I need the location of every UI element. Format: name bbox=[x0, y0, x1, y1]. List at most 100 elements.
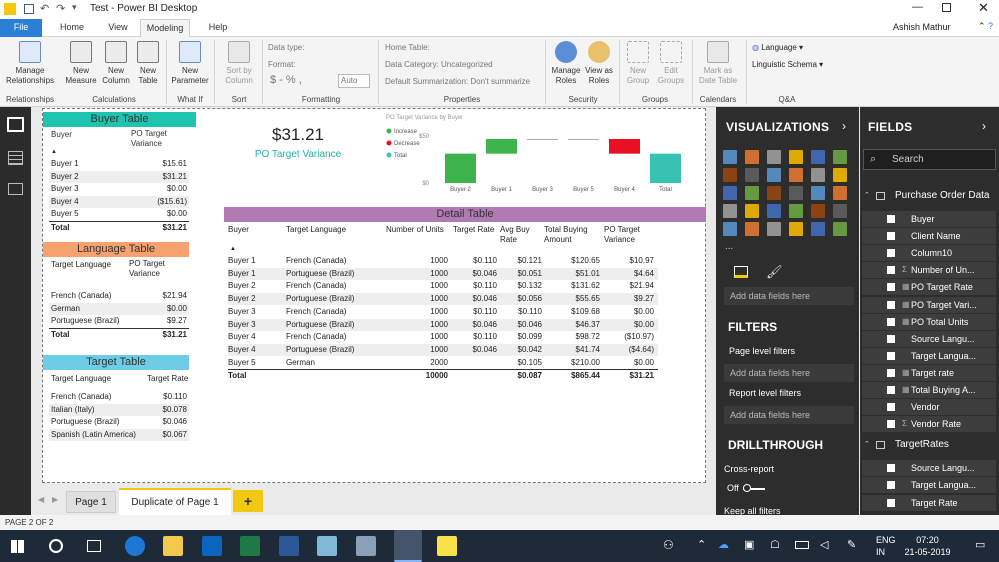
outlook-icon[interactable] bbox=[202, 536, 222, 556]
visual-type-icon[interactable] bbox=[833, 150, 847, 164]
field-item[interactable]: Source Langu... bbox=[862, 330, 996, 347]
visual-type-icon[interactable] bbox=[745, 204, 759, 218]
fields-search-box[interactable]: ⌕ Search bbox=[863, 149, 996, 170]
field-checkbox[interactable] bbox=[887, 420, 895, 429]
detail-header-cell[interactable]: Number of Units bbox=[386, 225, 448, 235]
header-po-target-variance[interactable]: PO Target Variance bbox=[131, 129, 187, 149]
visual-type-icon[interactable] bbox=[833, 222, 847, 236]
field-item[interactable]: ▦ PO Total Units bbox=[862, 313, 996, 330]
values-drop-well[interactable]: Add data fields here bbox=[724, 287, 854, 305]
battery-icon[interactable] bbox=[795, 541, 809, 549]
language-indicator[interactable]: ENG IN bbox=[876, 534, 896, 558]
visual-type-icon[interactable] bbox=[723, 222, 737, 236]
field-item[interactable]: Target Langua... bbox=[862, 347, 996, 364]
field-item[interactable]: Source Langu... bbox=[862, 460, 996, 477]
task-view-icon[interactable] bbox=[87, 540, 101, 552]
visual-type-icon[interactable] bbox=[789, 204, 803, 218]
cross-report-toggle[interactable]: Off bbox=[727, 483, 766, 493]
field-item[interactable]: ▦ Total Buying A... bbox=[862, 382, 996, 398]
add-page-button[interactable]: + bbox=[233, 490, 263, 512]
field-item[interactable]: Σ Vendor Rate bbox=[862, 416, 996, 433]
header-po-target-variance[interactable]: PO Target Variance bbox=[129, 259, 187, 279]
visual-type-icon[interactable] bbox=[745, 150, 759, 164]
visual-type-icon[interactable] bbox=[811, 186, 825, 200]
field-table-header[interactable]: ⌃ TargetRates bbox=[862, 437, 996, 453]
page-filters-drop-well[interactable]: Add data fields here bbox=[724, 364, 854, 382]
table-row[interactable]: Buyer 2 Portuguese (Brazil) 1000 $0.046 $0.0… bbox=[228, 293, 658, 306]
onedrive-icon[interactable]: ☁ bbox=[718, 538, 729, 551]
file-explorer-icon[interactable] bbox=[163, 536, 183, 556]
field-checkbox[interactable] bbox=[887, 300, 895, 309]
redo-icon[interactable]: ↷ bbox=[56, 2, 65, 15]
sticky-notes-icon[interactable] bbox=[437, 536, 457, 556]
table-row[interactable]: Buyer 3 $0.00 bbox=[49, 183, 189, 195]
report-filters-drop-well[interactable]: Add data fields here bbox=[724, 406, 854, 424]
edit-groups-button[interactable]: Edit Groups bbox=[655, 41, 687, 86]
tray-app-icon[interactable]: ▣ bbox=[744, 538, 754, 551]
more-visuals-icon[interactable]: ... bbox=[725, 241, 733, 252]
visual-type-icon[interactable] bbox=[833, 168, 847, 182]
visual-type-icon[interactable] bbox=[723, 186, 737, 200]
field-checkbox[interactable] bbox=[887, 386, 895, 394]
start-button-icon[interactable] bbox=[11, 540, 24, 553]
field-checkbox[interactable] bbox=[887, 249, 895, 258]
field-checkbox[interactable] bbox=[887, 368, 895, 377]
detail-header-cell[interactable]: Total Buying Amount bbox=[544, 225, 600, 245]
tab-modeling[interactable]: Modeling bbox=[140, 19, 190, 37]
collapse-pane-icon[interactable]: › bbox=[842, 119, 846, 133]
visual-type-icon[interactable] bbox=[789, 186, 803, 200]
decimal-places-input[interactable]: Auto bbox=[338, 74, 370, 88]
mark-as-date-table-button[interactable]: Mark as Date Table bbox=[695, 41, 741, 86]
field-checkbox[interactable] bbox=[887, 351, 895, 360]
table-row[interactable]: Spanish (Latin America) $0.067 bbox=[49, 428, 189, 441]
visual-type-icon[interactable] bbox=[723, 204, 737, 218]
header-target-rate[interactable]: Target Rate bbox=[147, 373, 188, 385]
pen-icon[interactable]: ✎ bbox=[847, 538, 856, 551]
quick-access-menu-icon[interactable]: ▾ bbox=[72, 2, 77, 13]
report-page[interactable]: Buyer Table Buyer PO Target Variance ▲ L… bbox=[42, 108, 706, 483]
table-row[interactable]: Buyer 5 German 2000 $0.105 $210.00 $0.00 bbox=[228, 357, 658, 369]
field-checkbox[interactable] bbox=[887, 481, 895, 490]
field-item[interactable]: Vendor bbox=[862, 399, 996, 416]
field-item[interactable]: ▦ Target rate bbox=[862, 364, 996, 381]
report-view-icon[interactable] bbox=[7, 117, 24, 132]
tab-view[interactable]: View bbox=[98, 19, 138, 37]
volume-icon[interactable]: ◁ bbox=[820, 538, 828, 551]
visual-type-icon[interactable] bbox=[789, 150, 803, 164]
detail-header-cell[interactable]: Target Rate bbox=[453, 225, 497, 235]
visual-type-icon[interactable] bbox=[811, 150, 825, 164]
collapse-table-icon[interactable]: ⌃ bbox=[864, 188, 870, 204]
field-checkbox[interactable] bbox=[887, 403, 895, 412]
detail-header-cell[interactable]: PO Target Variance bbox=[604, 225, 654, 245]
field-checkbox[interactable] bbox=[887, 464, 895, 473]
table-row[interactable]: Italian (Italy) $0.078 bbox=[49, 403, 189, 416]
manage-roles-button[interactable]: Manage Roles bbox=[549, 41, 583, 86]
field-item[interactable]: Σ Number of Un... bbox=[862, 262, 996, 279]
table-row[interactable]: Buyer 2 $31.21 bbox=[49, 170, 189, 183]
pen-app-icon[interactable] bbox=[356, 536, 376, 556]
save-icon[interactable] bbox=[24, 4, 34, 14]
table-row[interactable]: Buyer 4 French (Canada) 1000 $0.110 $0.099 $9… bbox=[228, 331, 658, 343]
manage-relationships-button[interactable]: Manage Relationships bbox=[4, 41, 56, 86]
table-row[interactable]: Buyer 3 French (Canada) 1000 $0.110 $0.110 $1… bbox=[228, 306, 658, 318]
table-row[interactable]: Buyer 1 Portuguese (Brazil) 1000 $0.046 $0.0… bbox=[228, 267, 658, 280]
data-type-dropdown[interactable]: Data type: bbox=[268, 43, 304, 52]
header-target-language[interactable]: Target Language bbox=[51, 259, 111, 271]
sort-arrow-icon[interactable]: ▲ bbox=[51, 149, 57, 155]
tab-file[interactable]: File bbox=[0, 19, 42, 37]
new-measure-button[interactable]: New Measure bbox=[64, 41, 98, 86]
field-checkbox[interactable] bbox=[887, 215, 895, 223]
table-row[interactable]: French (Canada) $21.94 bbox=[49, 290, 189, 302]
page-tab-2[interactable]: Duplicate of Page 1 bbox=[119, 488, 231, 515]
field-checkbox[interactable] bbox=[887, 232, 895, 241]
table-row[interactable]: Portuguese (Brazil) $0.046 bbox=[49, 416, 189, 428]
clock[interactable]: 07:20 21-05-2019 bbox=[900, 534, 955, 558]
next-page-icon[interactable]: ▶ bbox=[52, 495, 58, 504]
edge-browser-icon[interactable] bbox=[125, 536, 145, 556]
field-item[interactable]: ▦ PO Target Rate bbox=[862, 279, 996, 296]
field-checkbox[interactable] bbox=[887, 283, 895, 292]
field-item[interactable]: Buyer bbox=[862, 211, 996, 227]
collapse-table-icon[interactable]: ⌃ bbox=[864, 437, 870, 453]
view-as-roles-button[interactable]: View as Roles bbox=[583, 41, 615, 86]
minimize-button[interactable]: — bbox=[912, 1, 923, 13]
